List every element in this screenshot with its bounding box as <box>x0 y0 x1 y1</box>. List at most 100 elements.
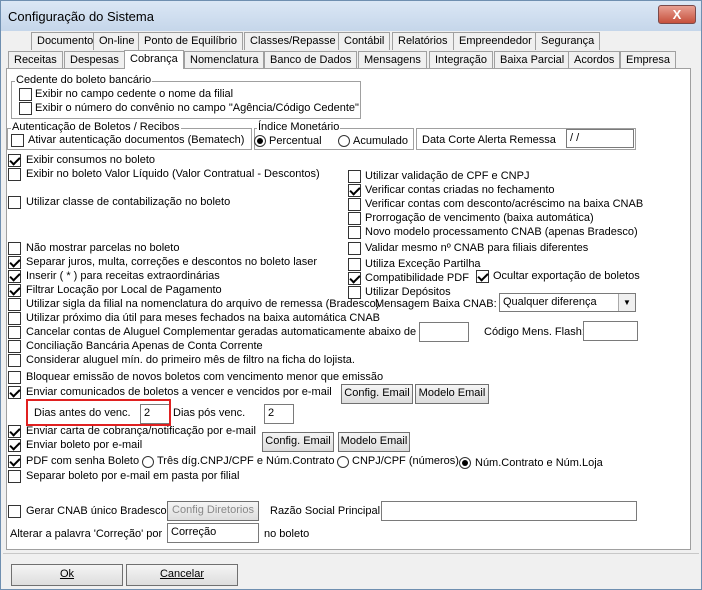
exibir-consumos-checkbox[interactable] <box>8 154 21 167</box>
config-email-button-1[interactable]: Config. Email <box>341 384 413 404</box>
filtrar-checkbox[interactable] <box>8 284 21 297</box>
compat-pdf-checkbox[interactable] <box>348 272 361 285</box>
tab-integracao[interactable]: Integração <box>429 51 493 69</box>
enviar-boleto-checkbox[interactable] <box>8 439 21 452</box>
tab-contabil[interactable]: Contábil <box>338 32 391 50</box>
gerar-cnab-checkbox[interactable] <box>8 505 21 518</box>
pdf-senha-label: PDF com senha Boleto <box>26 455 140 467</box>
considerar-checkbox[interactable] <box>8 354 21 367</box>
codigo-flash-input[interactable] <box>583 321 638 341</box>
pdf-opt3-radio[interactable] <box>459 457 471 469</box>
validacao-checkbox[interactable] <box>348 170 361 183</box>
separar-pasta-checkbox[interactable] <box>8 470 21 483</box>
separar-pasta-label: Separar boleto por e-mail em pasta por f… <box>26 470 240 482</box>
exibir-liquido-label: Exibir no boleto Valor Líquido (Valor Co… <box>26 168 320 180</box>
tab-ponto-equilibrio[interactable]: Ponto de Equilíbrio <box>138 32 243 50</box>
verificar-desconto-checkbox[interactable] <box>348 198 361 211</box>
pdf-opt1-radio[interactable] <box>142 456 154 468</box>
depositos-checkbox[interactable] <box>348 286 361 299</box>
sigla-checkbox[interactable] <box>8 298 21 311</box>
gerar-cnab-label: Gerar CNAB único Bradesco <box>26 505 167 517</box>
modelo-email-button-1[interactable]: Modelo Email <box>415 384 489 404</box>
indice-group-title: Índice Monetário <box>257 121 341 133</box>
alterar-input[interactable]: Correção <box>167 523 259 543</box>
conciliacao-label: Conciliação Bancária Apenas de Conta Cor… <box>26 340 263 352</box>
cancelar-button[interactable]: Cancelar <box>126 564 238 586</box>
config-window: Configuração do Sistema X Documentos On-… <box>0 0 702 590</box>
close-button[interactable]: X <box>658 5 696 24</box>
codigo-flash-label: Código Mens. Flash: <box>484 326 585 338</box>
tab-baixa-parcial[interactable]: Baixa Parcial <box>494 51 571 69</box>
config-email-button-2[interactable]: Config. Email <box>262 432 334 452</box>
alerta-label: Data Corte Alerta Remessa <box>422 134 556 146</box>
validar-cnab-label: Validar mesmo nº CNAB para filiais difer… <box>365 242 589 254</box>
cancelar-button-label: Cancelar <box>159 568 205 580</box>
nao-parcelas-checkbox[interactable] <box>8 242 21 255</box>
autenticacao-checkbox[interactable] <box>11 134 24 147</box>
config-diretorios-button[interactable]: Config Diretorios <box>167 501 259 521</box>
proximo-dia-checkbox[interactable] <box>8 312 21 325</box>
classe-contab-label: Utilizar classe de contabilização no bol… <box>26 196 231 208</box>
depositos-label: Utilizar Depósitos <box>365 286 451 298</box>
tab-mensagens[interactable]: Mensagens <box>358 51 427 69</box>
alterar-label: Alterar a palavra 'Correção' por <box>10 528 163 540</box>
dias-pos-input[interactable]: 2 <box>264 404 294 424</box>
excecao-checkbox[interactable] <box>348 258 361 271</box>
prorrogacao-checkbox[interactable] <box>348 212 361 225</box>
acumulado-radio[interactable] <box>338 135 350 147</box>
inserir-label: Inserir ( * ) para receitas extraordinár… <box>26 270 220 282</box>
pdf-senha-checkbox[interactable] <box>8 455 21 468</box>
filtrar-label: Filtrar Locação por Local de Pagamento <box>26 284 222 296</box>
cancelar-aluguel-checkbox[interactable] <box>8 326 21 339</box>
tab-seguranca[interactable]: Segurança <box>535 32 601 50</box>
pdf-opt3-label: Núm.Contrato e Núm.Loja <box>475 457 603 469</box>
novo-modelo-checkbox[interactable] <box>348 226 361 239</box>
mensagem-baixa-select[interactable]: Qualquer diferença ▼ <box>499 293 636 312</box>
percentual-label: Percentual <box>269 135 322 147</box>
tab-empreendedor[interactable]: Empreendedor <box>453 32 538 50</box>
cedente-opt1-checkbox[interactable] <box>19 88 32 101</box>
pdf-opt2-radio[interactable] <box>337 456 349 468</box>
inserir-checkbox[interactable] <box>8 270 21 283</box>
alerta-date-input[interactable]: / / <box>566 129 634 148</box>
enviar-comunicados-checkbox[interactable] <box>8 386 21 399</box>
tab-banco-dados[interactable]: Banco de Dados <box>264 51 358 69</box>
tab-relatorios[interactable]: Relatórios <box>392 32 454 50</box>
novo-modelo-label: Novo modelo processamento CNAB (apenas B… <box>365 226 638 238</box>
enviar-boleto-label: Enviar boleto por e-mail <box>26 439 143 451</box>
ocultar-checkbox[interactable] <box>476 270 489 283</box>
classe-contab-checkbox[interactable] <box>8 196 21 209</box>
tab-nomenclatura[interactable]: Nomenclatura <box>184 51 265 69</box>
validacao-label: Utilizar validação de CPF e CNPJ <box>365 170 530 182</box>
tab-cobranca[interactable]: Cobrança <box>124 50 184 69</box>
tab-acordos[interactable]: Acordos <box>568 51 621 69</box>
razao-social-input[interactable] <box>381 501 637 521</box>
tab-despesas[interactable]: Despesas <box>64 51 125 69</box>
bloquear-checkbox[interactable] <box>8 371 21 384</box>
pdf-opt2-label: CNPJ/CPF (números) <box>352 455 459 467</box>
percentual-radio[interactable] <box>254 135 266 147</box>
verificar-desconto-label: Verificar contas com desconto/acréscimo … <box>365 198 644 210</box>
modelo-email-button-2[interactable]: Modelo Email <box>338 432 410 452</box>
tab-classes-repasse[interactable]: Classes/Repasse <box>244 32 342 50</box>
tab-online[interactable]: On-line <box>93 32 141 50</box>
cedente-opt2-checkbox[interactable] <box>19 102 32 115</box>
verificar-criadas-checkbox[interactable] <box>348 184 361 197</box>
enviar-carta-checkbox[interactable] <box>8 425 21 438</box>
enviar-carta-label: Enviar carta de cobrança/notificação por… <box>26 425 256 437</box>
cedente-opt1-label: Exibir no campo cedente o nome da filial <box>35 88 234 100</box>
enviar-comunicados-label: Enviar comunicados de boletos a vencer e… <box>26 386 332 398</box>
compat-pdf-label: Compatibilidade PDF <box>365 272 469 284</box>
tab-empresa[interactable]: Empresa <box>620 51 677 69</box>
validar-cnab-checkbox[interactable] <box>348 242 361 255</box>
separar-juros-checkbox[interactable] <box>8 256 21 269</box>
title-bar[interactable]: Configuração do Sistema X <box>1 1 701 31</box>
cancelar-aluguel-value-input[interactable] <box>419 322 469 342</box>
autenticacao-group-title: Autenticação de Boletos / Recibos <box>11 121 181 133</box>
dias-pos-label: Dias pós venc. <box>173 407 246 419</box>
ok-button[interactable]: Ok <box>11 564 123 586</box>
ocultar-label: Ocultar exportação de boletos <box>493 270 640 282</box>
conciliacao-checkbox[interactable] <box>8 340 21 353</box>
tab-receitas[interactable]: Receitas <box>8 51 63 69</box>
exibir-liquido-checkbox[interactable] <box>8 168 21 181</box>
